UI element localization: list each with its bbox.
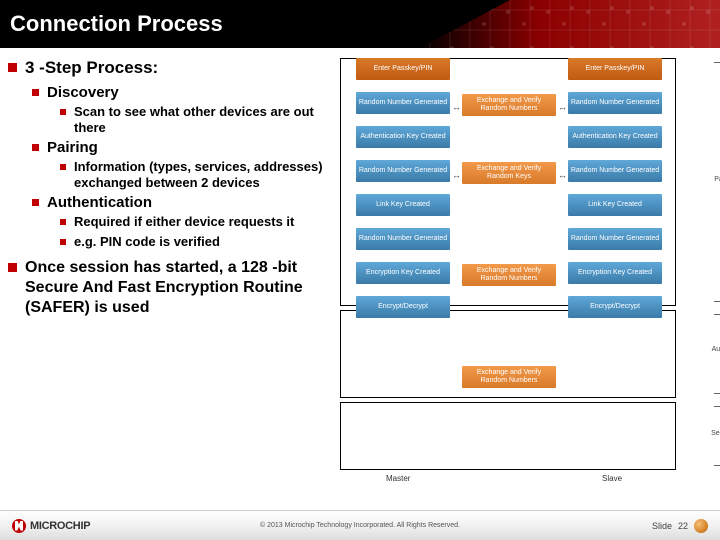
box-exch-rng: Exchange and Verify Random Numbers: [462, 94, 556, 116]
box-enckey: Encryption Key Created: [356, 262, 450, 284]
role-label-slave: Slave: [602, 474, 622, 483]
brace-label-session: Session: [711, 430, 720, 437]
bullet-session: Once session has started, a 128 -bit Sec…: [8, 258, 330, 318]
brand-logo: MICROCHIP: [12, 519, 90, 533]
bullet-process: 3 -Step Process:: [8, 58, 330, 78]
box-rng2: Random Number Generated: [356, 160, 450, 182]
header-circuit-decoration: [420, 0, 720, 48]
brand-name: MICROCHIP: [30, 520, 90, 532]
slide-label: Slide: [652, 521, 672, 531]
bullet-text: Required if either device requests it: [74, 214, 294, 230]
bullet-icon: [60, 164, 66, 170]
bullet-auth-detail1: Required if either device requests it: [60, 214, 330, 230]
copyright-text: © 2013 Microchip Technology Incorporated…: [260, 522, 460, 529]
master-column: Enter Passkey/PIN Random Number Generate…: [356, 58, 450, 318]
bullet-pairing-detail: Information (types, services, addresses)…: [60, 159, 330, 190]
arrow-icon: ↔: [452, 170, 461, 180]
box-rng: Random Number Generated: [356, 92, 450, 114]
box-linkkey: Link Key Created: [356, 194, 450, 216]
box-authkey: Authentication Key Created: [356, 126, 450, 148]
slide-content: 3 -Step Process: Discovery Scan to see w…: [0, 48, 720, 498]
phase-session-box: [340, 402, 676, 470]
slide-number: Slide 22: [652, 519, 708, 533]
bullet-icon: [32, 89, 39, 96]
bullet-icon: [60, 239, 66, 245]
bullet-auth-detail2: e.g. PIN code is verified: [60, 234, 330, 250]
box-rng3: Random Number Generated: [356, 228, 450, 250]
bullet-discovery-detail: Scan to see what other devices are out t…: [60, 104, 330, 135]
role-label-master: Master: [386, 474, 410, 483]
bullet-auth: Authentication: [32, 194, 330, 211]
bullet-icon: [32, 199, 39, 206]
bullet-text: Pairing: [47, 139, 98, 156]
box-exch-enc: Exchange and Verify Random Numbers: [462, 264, 556, 286]
brace-label-pairing: Pairing: [714, 176, 720, 183]
box-encdec: Encrypt/Decrypt: [568, 296, 662, 318]
logo-mark-icon: [12, 519, 26, 533]
arrow-icon: ↔: [558, 170, 567, 180]
bullet-text: Information (types, services, addresses)…: [74, 159, 330, 190]
arrow-icon: ↔: [558, 102, 567, 112]
brace-label-auth: Authentication: [712, 346, 720, 353]
box-linkkey: Link Key Created: [568, 194, 662, 216]
center-column: Exchange and Verify Random Numbers Excha…: [462, 58, 556, 388]
bullet-text: 3 -Step Process:: [25, 58, 158, 78]
bullet-text: Scan to see what other devices are out t…: [74, 104, 330, 135]
slide-title: Connection Process: [10, 11, 223, 37]
slide-header: Connection Process: [0, 0, 720, 48]
bullet-text: e.g. PIN code is verified: [74, 234, 220, 250]
bullet-icon: [60, 109, 66, 115]
box-rng3: Random Number Generated: [568, 228, 662, 250]
brace-auth: [714, 314, 720, 394]
box-enckey: Encryption Key Created: [568, 262, 662, 284]
arrow-icon: ↔: [452, 102, 461, 112]
bullet-icon: [8, 63, 17, 72]
bullet-icon: [60, 219, 66, 225]
slide-footer: MICROCHIP © 2013 Microchip Technology In…: [0, 510, 720, 540]
bullet-text: Once session has started, a 128 -bit Sec…: [25, 258, 330, 318]
text-column: 3 -Step Process: Discovery Scan to see w…: [8, 58, 338, 498]
diagram-column: Enter Passkey/PIN Random Number Generate…: [338, 58, 708, 498]
box-rng2: Random Number Generated: [568, 160, 662, 182]
box-enter: Enter Passkey/PIN: [568, 58, 662, 80]
slave-column: Enter Passkey/PIN Random Number Generate…: [568, 58, 662, 318]
slide-num-value: 22: [678, 521, 688, 531]
box-rng: Random Number Generated: [568, 92, 662, 114]
box-encdec: Encrypt/Decrypt: [356, 296, 450, 318]
bullet-icon: [32, 144, 39, 151]
box-authkey: Authentication Key Created: [568, 126, 662, 148]
nav-next-icon[interactable]: [694, 519, 708, 533]
box-enter: Enter Passkey/PIN: [356, 58, 450, 80]
box-exch-keys: Exchange and Verify Random Keys: [462, 162, 556, 184]
bullet-pairing: Pairing: [32, 139, 330, 156]
bullet-discovery: Discovery: [32, 84, 330, 101]
bullet-text: Discovery: [47, 84, 119, 101]
bullet-icon: [8, 263, 17, 272]
connection-diagram: Enter Passkey/PIN Random Number Generate…: [338, 58, 708, 498]
box-exch-enc2: Exchange and Verify Random Numbers: [462, 366, 556, 388]
bullet-text: Authentication: [47, 194, 152, 211]
